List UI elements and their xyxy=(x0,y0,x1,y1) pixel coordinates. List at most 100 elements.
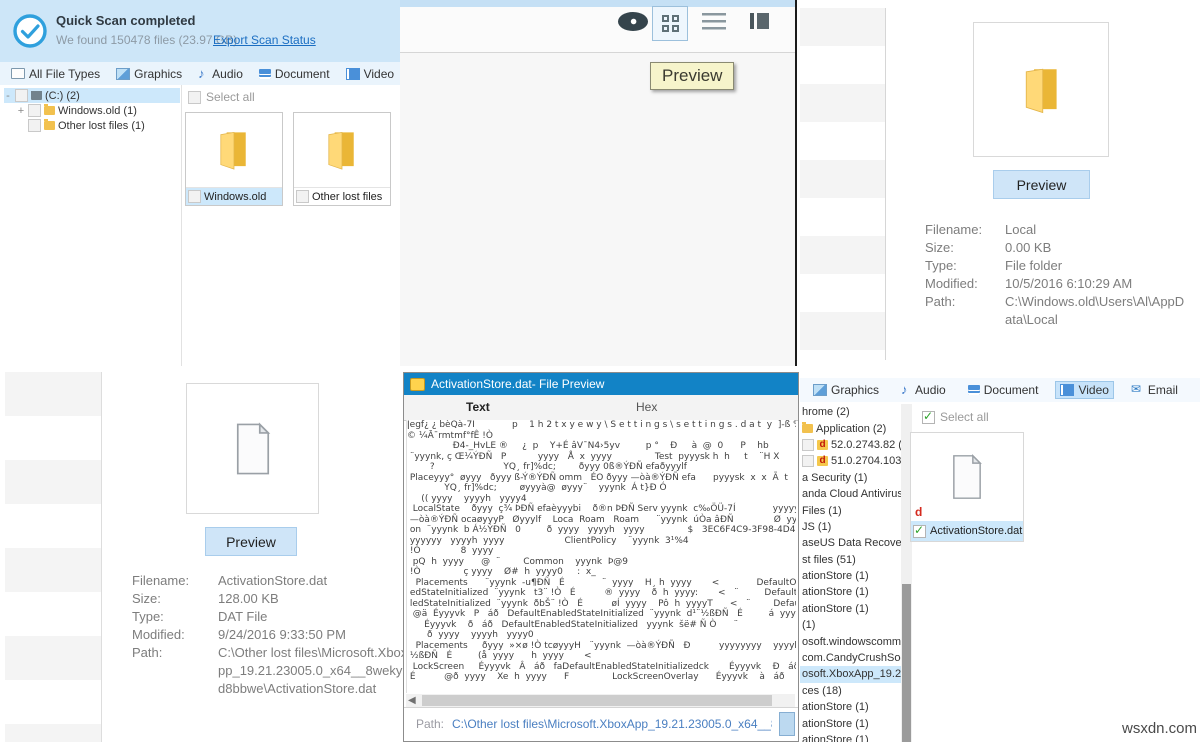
folder-tree-item[interactable]: hrome (2) xyxy=(800,404,912,420)
detail-label: Path: xyxy=(132,644,218,698)
detail-row: Size: 128.00 KB xyxy=(132,590,422,608)
filetype-icon xyxy=(116,68,130,80)
grid-view-button[interactable] xyxy=(652,6,688,41)
file-tile[interactable]: d ActivationStore.dat xyxy=(910,432,1024,542)
scrollbar-thumb[interactable] xyxy=(902,584,911,742)
folder-tree-item[interactable]: (1) xyxy=(800,617,912,633)
detail-label: Modified: xyxy=(132,626,218,644)
filetype-tab[interactable]: All File Types xyxy=(6,65,105,83)
filetype-icon xyxy=(259,69,271,79)
scroll-left-arrow[interactable]: ◀ xyxy=(408,694,416,707)
expander-icon[interactable]: + xyxy=(17,105,25,117)
filetype-icon xyxy=(11,68,25,79)
filetype-tab[interactable]: Video xyxy=(341,65,399,83)
dat-file-icon xyxy=(817,456,828,466)
filetype-tab[interactable]: Document xyxy=(254,65,335,83)
select-all-label: Select all xyxy=(940,410,989,424)
preview-text-line: É @ð yyyy Xe h yyyy F LockScreenOverlay … xyxy=(407,672,796,683)
folder-tree-item[interactable]: st files (51) xyxy=(800,552,912,568)
preview-button[interactable]: Preview xyxy=(993,170,1090,199)
folder-tile-label-row[interactable]: Windows.old xyxy=(186,187,282,205)
tree-item[interactable]: - (C:) (2) xyxy=(4,88,180,103)
tile-checkbox[interactable] xyxy=(296,190,309,203)
folder-tree-item[interactable]: aseUS Data Recovery ' xyxy=(800,535,912,551)
tab-hex[interactable]: Hex xyxy=(636,400,657,414)
filetype-tab[interactable]: Email xyxy=(1126,381,1183,399)
filetype-tab[interactable]: Graphics xyxy=(808,381,884,399)
tree-item-label: ationStore (1) xyxy=(802,718,869,730)
expander-icon[interactable]: - xyxy=(4,90,12,102)
folder-tile[interactable]: Windows.old xyxy=(185,112,283,206)
tree-item[interactable]: Other lost files (1) xyxy=(17,118,180,133)
tree-item-label: Windows.old (1) xyxy=(58,105,137,117)
folder-tree-item[interactable]: anda Cloud Antivirus xyxy=(800,486,912,502)
folder-tree-item[interactable]: com.CandyCrushSod xyxy=(800,650,912,666)
folder-tree-item[interactable]: ationStore (1) xyxy=(800,715,912,731)
folder-tree-item[interactable]: Files (1) xyxy=(800,502,912,518)
folder-tree: hrome (2) Application (2) 52.0.2743.82 (… xyxy=(800,404,912,742)
folder-tree-item[interactable]: ationStore (1) xyxy=(800,699,912,715)
filetype-tab-bar: Graphics Audio Document Video Email Othe… xyxy=(800,378,1200,402)
folder-tree-item[interactable]: osoft.windowscommu xyxy=(800,633,912,649)
tree-checkbox[interactable] xyxy=(28,119,41,132)
tree-checkbox[interactable] xyxy=(15,89,28,102)
filetype-tab[interactable]: Video xyxy=(1055,381,1113,399)
tree-item-label: ationStore (1) xyxy=(802,701,869,713)
detail-label: Size: xyxy=(925,239,1005,257)
select-all-checkbox[interactable] xyxy=(188,91,201,104)
folder-tile[interactable]: Other lost files xyxy=(293,112,391,206)
folder-tree-item[interactable]: ationStore (1) xyxy=(800,568,912,584)
folder-tile-art xyxy=(186,113,282,187)
folder-tree-item[interactable]: 52.0.2743.82 (1) xyxy=(800,437,912,453)
detail-pane-icon[interactable] xyxy=(750,13,775,29)
filetype-tab[interactable]: Audio xyxy=(896,381,951,399)
preview-button[interactable]: Preview xyxy=(205,527,297,556)
folder-icon xyxy=(44,121,55,130)
tree-item-label: Application (2) xyxy=(816,423,886,435)
file-tile-label-row[interactable]: ActivationStore.dat xyxy=(911,521,1023,541)
filetype-tab-label: Document xyxy=(984,383,1039,397)
path-bar-button[interactable] xyxy=(779,712,795,736)
folder-tile-label-row[interactable]: Other lost files xyxy=(294,187,390,205)
folder-tree-item[interactable]: ces (18) xyxy=(800,683,912,699)
preview-text-line: (( yyyy yyyyh yyyy4 xyxy=(407,494,796,505)
folder-tree-item[interactable]: ationStore (1) xyxy=(800,732,912,742)
horizontal-scrollbar[interactable]: ◀ xyxy=(406,694,795,707)
folder-tree-item[interactable]: ationStore (1) xyxy=(800,601,912,617)
filetype-icon xyxy=(198,69,208,79)
tile-label: Other lost files xyxy=(312,191,382,203)
tree-item-label: st files (51) xyxy=(802,554,856,566)
export-scan-status-link[interactable]: Export Scan Status xyxy=(213,33,316,47)
folder-tree-item[interactable]: JS (1) xyxy=(800,519,912,535)
tree-checkbox[interactable] xyxy=(802,455,814,467)
tab-text[interactable]: Text xyxy=(466,400,490,414)
folder-tree-item[interactable]: Application (2) xyxy=(800,420,912,436)
tile-checkbox[interactable] xyxy=(913,525,926,538)
scrollbar-thumb[interactable] xyxy=(422,695,772,706)
filetype-tab[interactable]: Other xyxy=(1195,381,1200,399)
tree-item[interactable]: + Windows.old (1) xyxy=(17,103,180,118)
banner-strip xyxy=(400,0,795,7)
detail-value: 10/5/2016 6:10:29 AM xyxy=(1005,275,1190,293)
detail-value: 128.00 KB xyxy=(218,590,418,608)
window-title-bar[interactable]: ActivationStore.dat- File Preview xyxy=(404,373,798,395)
folder-tree-item[interactable]: ationStore (1) xyxy=(800,584,912,600)
banner-title: Quick Scan completed xyxy=(56,13,195,28)
filetype-tab[interactable]: Document xyxy=(963,381,1044,399)
filetype-tab[interactable]: Audio xyxy=(193,65,248,83)
preview-text-line: LockScreen Éyyyvk Â áð faDefaultEnabledS… xyxy=(407,662,796,673)
folder-tree-item[interactable]: 51.0.2704.103 (1 xyxy=(800,453,912,469)
folder-tile-art xyxy=(294,113,390,187)
tile-checkbox[interactable] xyxy=(188,190,201,203)
folder-tree-item[interactable]: osoft.XboxApp_19.21. xyxy=(800,666,912,682)
list-view-icon[interactable] xyxy=(702,13,726,31)
document-icon xyxy=(948,453,986,501)
detail-label: Path: xyxy=(925,293,1005,329)
tree-checkbox[interactable] xyxy=(28,104,41,117)
detail-label: Filename: xyxy=(132,572,218,590)
preview-eye-icon[interactable] xyxy=(618,12,648,31)
tree-checkbox[interactable] xyxy=(802,439,814,451)
folder-tree-item[interactable]: a Security (1) xyxy=(800,470,912,486)
select-all-checkbox[interactable] xyxy=(922,411,935,424)
filetype-tab[interactable]: Graphics xyxy=(111,65,187,83)
